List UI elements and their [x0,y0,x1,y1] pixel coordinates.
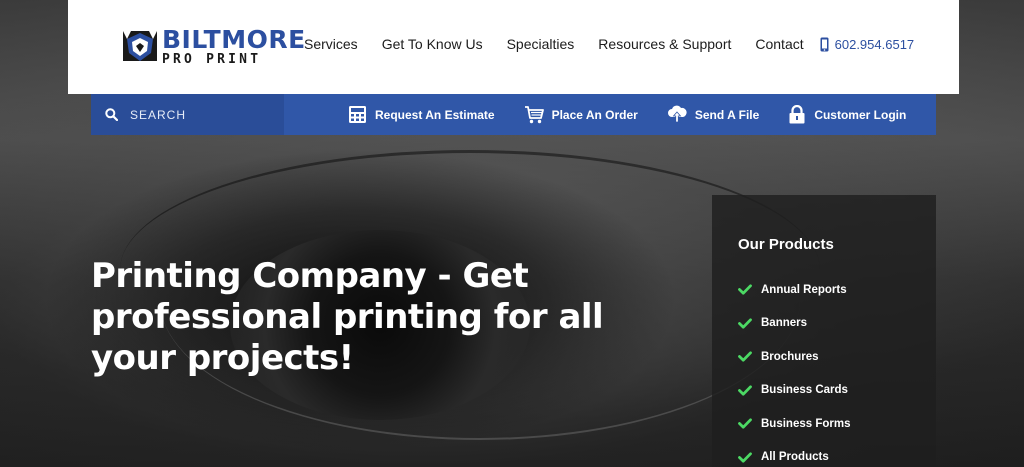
phone-icon [820,37,829,51]
product-label: Business Forms [761,417,851,430]
main-nav: Services Get To Know Us Specialties Reso… [304,36,914,52]
product-all-products[interactable]: All Products [738,441,850,467]
product-banners[interactable]: Banners [738,307,850,341]
product-brochures[interactable]: Brochures [738,340,850,374]
products-title: Our Products [738,236,834,253]
hero-headline: Printing Company - Get professional prin… [91,256,604,378]
product-label: Annual Reports [761,283,847,296]
products-list: Annual Reports Banners Brochures Busines… [738,273,850,467]
nav-item-resources-support[interactable]: Resources & Support [598,36,731,52]
phone-number: 602.954.6517 [834,36,915,52]
send-file-label: Send A File [694,107,760,122]
logo[interactable]: BILTMORE PRO PRINT [123,25,306,67]
nav-item-services[interactable]: Services [304,36,358,52]
cart-icon [524,106,544,124]
product-label: All Products [761,451,829,464]
checkmark-icon [738,284,752,295]
calculator-icon [349,106,366,123]
search-icon[interactable] [105,108,118,121]
customer-login-label: Customer Login [814,107,907,122]
place-order-link[interactable]: Place An Order [524,105,638,124]
products-panel: Our Products Annual Reports Banners Broc… [712,195,936,467]
nav-item-contact[interactable]: Contact [755,36,803,52]
logo-name-bottom: PRO PRINT [162,51,262,67]
lion-logo-icon [123,31,157,61]
checkmark-icon [738,385,752,396]
request-estimate-label: Request An Estimate [375,107,495,122]
product-annual-reports[interactable]: Annual Reports [738,273,850,307]
phone-link[interactable]: 602.954.6517 [820,36,915,52]
search-input[interactable] [130,107,270,122]
cloud-upload-icon [667,105,687,123]
utility-bar: Request An Estimate Place An Order Send … [91,94,936,135]
search-box [91,94,284,135]
product-label: Banners [761,317,808,330]
checkmark-icon [738,318,752,329]
nav-item-get-to-know-us[interactable]: Get To Know Us [382,36,483,52]
place-order-label: Place An Order [551,107,638,122]
checkmark-icon [738,452,752,463]
site-header: BILTMORE PRO PRINT Services Get To Know … [68,0,959,94]
checkmark-icon [738,351,752,362]
send-file-link[interactable]: Send A File [667,105,759,124]
logo-name-top: BILTMORE [162,24,306,54]
product-business-forms[interactable]: Business Forms [738,407,850,441]
nav-item-specialties[interactable]: Specialties [507,36,575,52]
product-label: Business Cards [761,384,848,397]
request-estimate-link[interactable]: Request An Estimate [348,105,495,124]
product-label: Brochures [761,350,819,363]
product-business-cards[interactable]: Business Cards [738,374,850,408]
utility-links: Request An Estimate Place An Order Send … [348,105,935,124]
checkmark-icon [738,418,752,429]
customer-login-link[interactable]: Customer Login [788,105,906,124]
lock-icon [789,105,805,124]
